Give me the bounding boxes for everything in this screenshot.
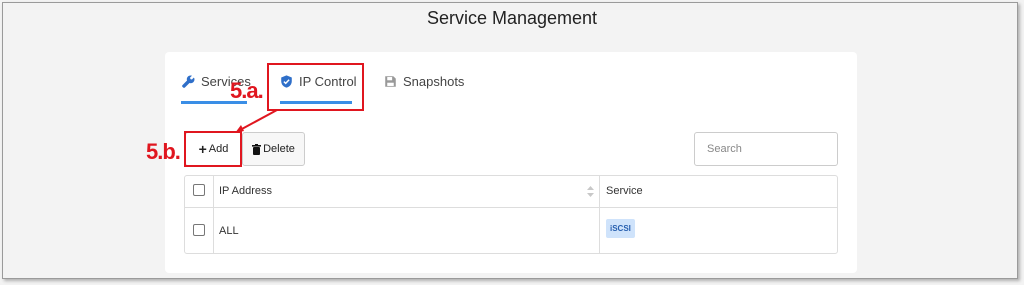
annotation-arrow [235, 109, 278, 133]
